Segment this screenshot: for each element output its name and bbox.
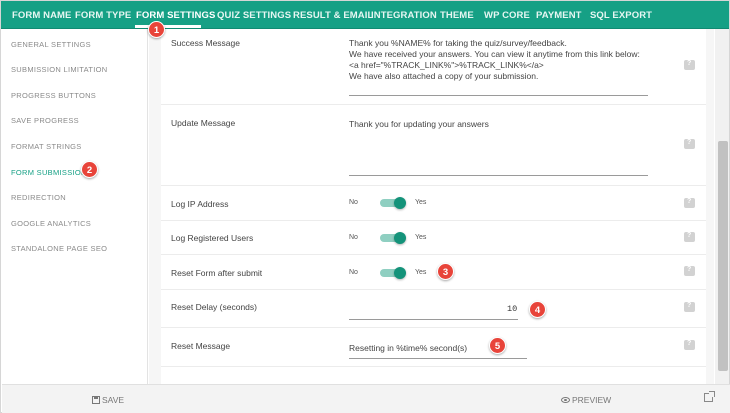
reset-form-label: Reset Form after submit bbox=[171, 268, 263, 278]
toggle-knob bbox=[394, 197, 406, 209]
log-users-toggle[interactable] bbox=[378, 232, 408, 244]
scrollbar-thumb[interactable] bbox=[718, 141, 728, 371]
callout-badge-1: 1 bbox=[148, 21, 165, 38]
toggle-no-label: No bbox=[349, 269, 358, 276]
reset-form-toggle[interactable] bbox=[378, 267, 408, 279]
success-message-underline bbox=[349, 95, 648, 96]
log-users-row: Log Registered Users No Yes bbox=[161, 221, 706, 255]
sidebar-item-standalone-page-seo[interactable]: STANDALONE PAGE SEO bbox=[11, 244, 107, 253]
settings-main: Success Message Thank you %NAME% for tak… bbox=[149, 29, 714, 384]
settings-sidebar: GENERAL SETTINGS SUBMISSION LIMITATION P… bbox=[2, 29, 148, 384]
update-message-label: Update Message bbox=[171, 118, 236, 128]
sidebar-item-google-analytics[interactable]: GOOGLE ANALYTICS bbox=[11, 219, 91, 228]
toggle-no-label: No bbox=[349, 234, 358, 241]
tab-form-settings[interactable]: FORM SETTINGS bbox=[136, 10, 215, 21]
tab-form-type[interactable]: FORM TYPE bbox=[75, 10, 131, 21]
toggle-yes-label: Yes bbox=[415, 234, 427, 241]
tab-integration[interactable]: INTEGRATION bbox=[371, 10, 437, 21]
sidebar-item-format-strings[interactable]: FORMAT STRINGS bbox=[11, 142, 82, 151]
save-button-label: SAVE bbox=[102, 395, 125, 405]
success-message-row: Success Message Thank you %NAME% for tak… bbox=[161, 29, 706, 105]
help-icon[interactable] bbox=[684, 232, 695, 242]
log-ip-toggle[interactable] bbox=[378, 197, 408, 209]
reset-message-label: Reset Message bbox=[171, 341, 231, 351]
toggle-knob bbox=[394, 267, 406, 279]
help-icon[interactable] bbox=[684, 266, 695, 276]
form-submission-panel: Success Message Thank you %NAME% for tak… bbox=[161, 29, 706, 384]
update-message-row: Update Message Thank you for updating yo… bbox=[161, 105, 706, 186]
reset-delay-row: Reset Delay (seconds) 10 bbox=[161, 290, 706, 328]
save-button[interactable]: SAVE bbox=[92, 395, 124, 405]
sidebar-item-form-submission[interactable]: FORM SUBMISSION bbox=[11, 168, 87, 177]
help-icon[interactable] bbox=[684, 340, 695, 350]
update-message-underline bbox=[349, 175, 648, 176]
help-icon[interactable] bbox=[684, 198, 695, 208]
help-icon[interactable] bbox=[684, 302, 695, 312]
log-ip-label: Log IP Address bbox=[171, 199, 229, 209]
callout-badge-4: 4 bbox=[529, 301, 546, 318]
reset-delay-input[interactable]: 10 bbox=[507, 304, 517, 314]
callout-badge-3: 3 bbox=[437, 263, 454, 280]
reset-message-underline bbox=[349, 358, 527, 359]
sidebar-item-redirection[interactable]: REDIRECTION bbox=[11, 193, 66, 202]
eye-icon bbox=[561, 397, 570, 403]
app-window: FORM NAME FORM TYPE FORM SETTINGS QUIZ S… bbox=[0, 0, 730, 413]
sidebar-item-save-progress[interactable]: SAVE PROGRESS bbox=[11, 116, 79, 125]
toggle-no-label: No bbox=[349, 199, 358, 206]
toggle-yes-label: Yes bbox=[415, 199, 427, 206]
tab-quiz-settings[interactable]: QUIZ SETTINGS bbox=[217, 10, 291, 21]
help-icon[interactable] bbox=[684, 139, 695, 149]
bottom-toolbar: SAVE PREVIEW bbox=[2, 384, 730, 413]
callout-badge-2: 2 bbox=[81, 161, 98, 178]
log-users-label: Log Registered Users bbox=[171, 233, 254, 243]
toggle-yes-label: Yes bbox=[415, 269, 427, 276]
update-message-textarea[interactable]: Thank you for updating your answers bbox=[349, 119, 489, 130]
reset-delay-label: Reset Delay (seconds) bbox=[171, 302, 257, 312]
reset-message-input[interactable]: Resetting in %time% second(s) bbox=[349, 343, 467, 354]
success-message-line: We have received your answers. You can v… bbox=[349, 49, 640, 59]
success-message-line: Thank you %NAME% for taking the quiz/sur… bbox=[349, 38, 567, 48]
success-message-line: We have also attached a copy of your sub… bbox=[349, 71, 539, 81]
reset-delay-underline bbox=[349, 319, 518, 320]
sidebar-item-submission-limitation[interactable]: SUBMISSION LIMITATION bbox=[11, 65, 107, 74]
preview-button[interactable]: PREVIEW bbox=[561, 395, 611, 405]
save-icon bbox=[92, 396, 100, 404]
sidebar-item-progress-buttons[interactable]: PROGRESS BUTTONS bbox=[11, 91, 96, 100]
tab-form-name[interactable]: FORM NAME bbox=[12, 10, 71, 21]
top-tab-bar: FORM NAME FORM TYPE FORM SETTINGS QUIZ S… bbox=[1, 1, 729, 29]
external-link-icon[interactable] bbox=[704, 391, 715, 402]
tab-sql-export[interactable]: SQL EXPORT bbox=[590, 10, 652, 21]
active-tab-indicator bbox=[135, 25, 201, 28]
help-icon[interactable] bbox=[684, 60, 695, 70]
sidebar-item-general-settings[interactable]: GENERAL SETTINGS bbox=[11, 40, 91, 49]
log-ip-row: Log IP Address No Yes bbox=[161, 186, 706, 221]
toggle-knob bbox=[394, 232, 406, 244]
callout-badge-5: 5 bbox=[489, 337, 506, 354]
tab-theme[interactable]: THEME bbox=[440, 10, 474, 21]
success-message-line: <a href="%TRACK_LINK%">%TRACK_LINK%</a> bbox=[349, 60, 544, 70]
reset-form-row: Reset Form after submit No Yes bbox=[161, 255, 706, 290]
reset-message-row: Reset Message Resetting in %time% second… bbox=[161, 328, 706, 367]
tab-result-email[interactable]: RESULT & EMAIL bbox=[293, 10, 373, 21]
preview-button-label: PREVIEW bbox=[572, 395, 612, 405]
tab-payment[interactable]: PAYMENT bbox=[536, 10, 582, 21]
success-message-label: Success Message bbox=[171, 38, 240, 48]
tab-wp-core[interactable]: WP CORE bbox=[484, 10, 530, 21]
